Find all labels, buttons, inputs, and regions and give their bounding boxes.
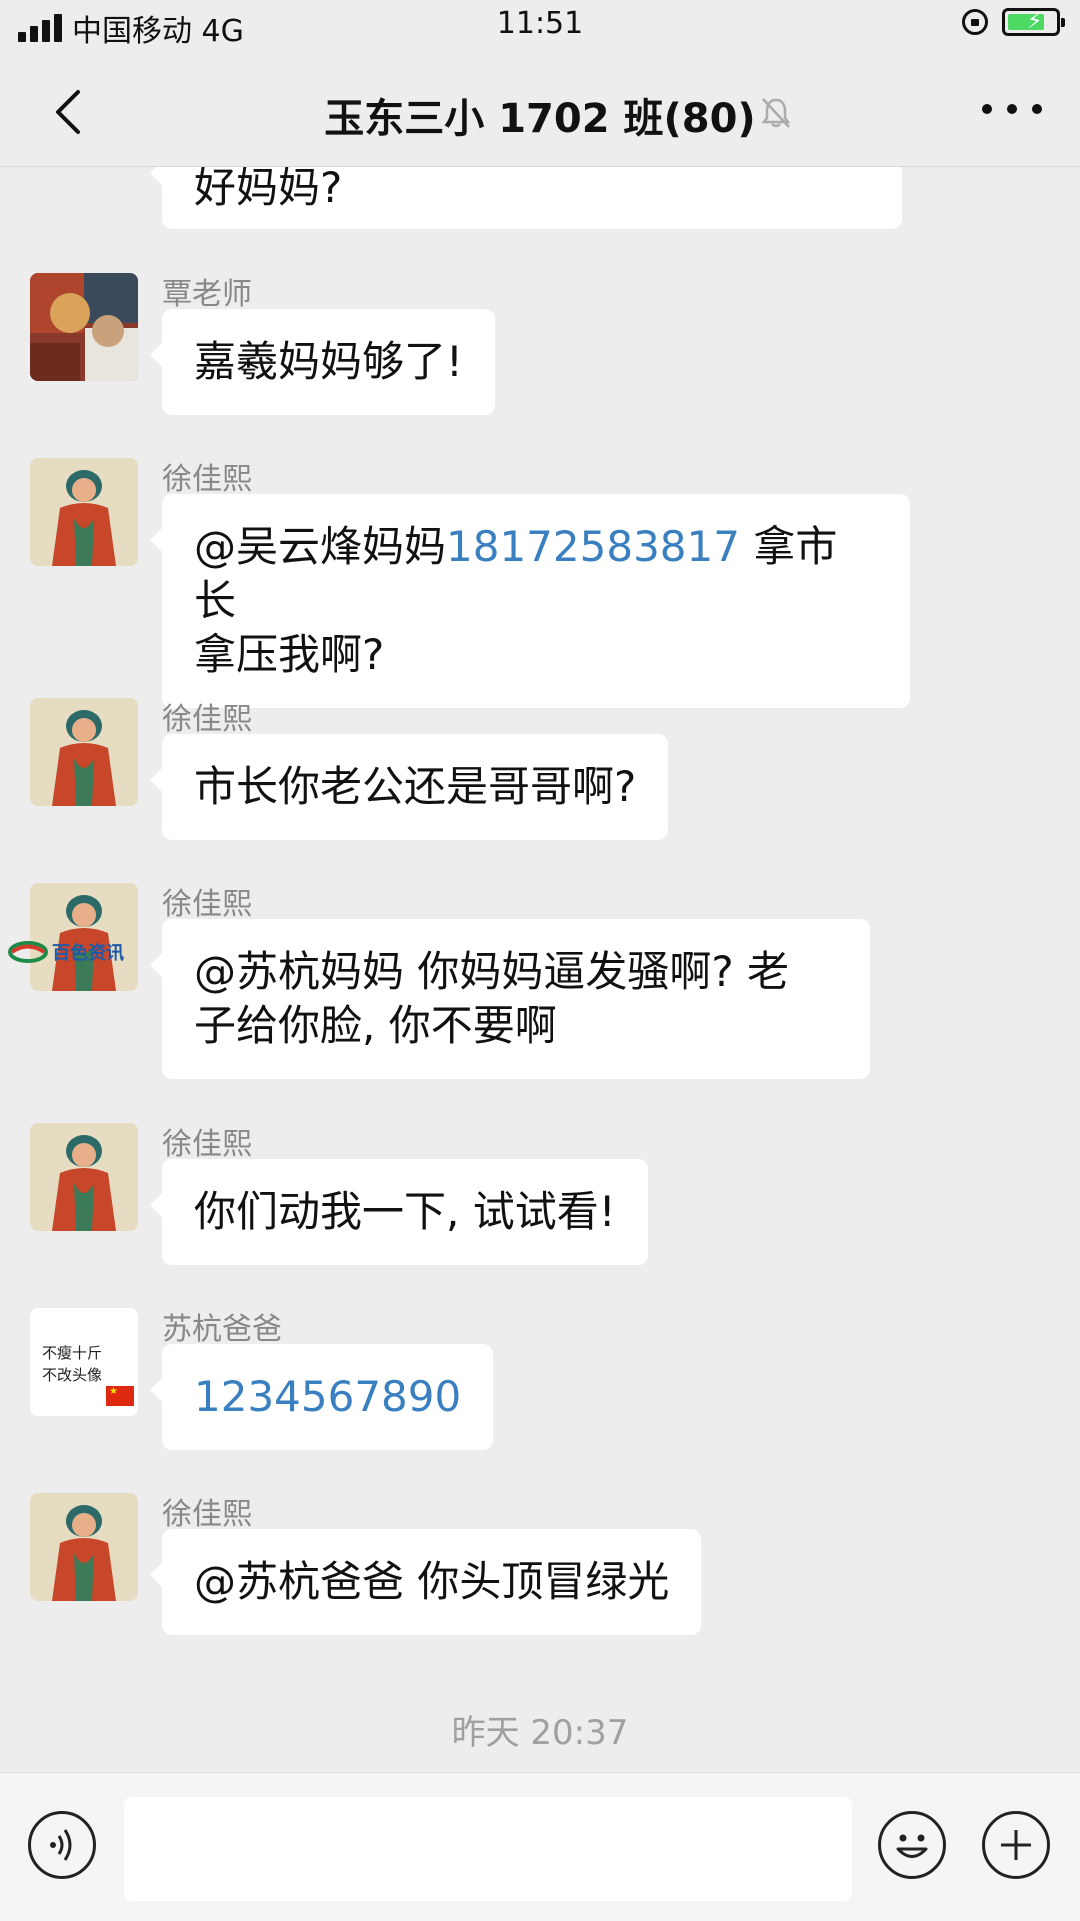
avatar[interactable] (30, 273, 138, 381)
nav-bar: 玉东三小 1702 班(80) (0, 54, 1080, 167)
rotation-lock-icon (962, 9, 988, 35)
smiley-icon (896, 1834, 928, 1858)
message-bubble[interactable]: 市长你老公还是哥哥啊? (149, 734, 669, 840)
avatar[interactable]: 不瘦十斤 不改头像 ★ (30, 1308, 138, 1416)
sender-name: 徐佳熙 (162, 1127, 252, 1162)
mute-bell-icon (758, 94, 794, 130)
plus-icon (1001, 1830, 1031, 1860)
chat-list[interactable]: 好妈妈? 覃老师 嘉羲妈妈够了! 徐佳熙 @吴云烽妈妈18172583817 拿… (0, 167, 1080, 1772)
voice-button[interactable] (28, 1811, 96, 1879)
avatar[interactable] (30, 883, 138, 991)
sender-name: 覃老师 (162, 277, 252, 312)
clock: 11:51 (496, 6, 584, 41)
voice-icon (50, 1829, 72, 1861)
sender-name: 徐佳熙 (162, 1497, 252, 1532)
message-input[interactable] (124, 1797, 852, 1901)
more-functions-button[interactable] (982, 1811, 1050, 1879)
watermark-logo: 百色资讯 (8, 939, 124, 965)
message-bubble[interactable]: 1234567890 (149, 1344, 494, 1450)
sender-name: 徐佳熙 (162, 702, 252, 737)
flag-icon: ★ (106, 1386, 134, 1406)
message-bubble[interactable]: 嘉羲妈妈够了! (150, 309, 495, 415)
avatar[interactable] (30, 698, 138, 806)
input-bar (0, 1772, 1080, 1921)
message-bubble[interactable]: 你们动我一下, 试试看! (150, 1159, 648, 1265)
more-options-button[interactable] (982, 84, 1042, 134)
sender-name: 苏杭爸爸 (162, 1312, 282, 1347)
sender-name: 徐佳熙 (162, 462, 252, 497)
phone-number-link[interactable]: 1234567890 (194, 1372, 461, 1421)
watermark-logo-icon (8, 941, 48, 963)
chat-title: 玉东三小 1702 班(80) (324, 96, 756, 142)
message-bubble[interactable]: @吴云烽妈妈18172583817 拿市长 拿压我啊? (150, 494, 910, 708)
avatar[interactable] (30, 1123, 138, 1231)
message-bubble[interactable]: @苏杭爸爸 你头顶冒绿光 (149, 1529, 702, 1635)
message-bubble[interactable]: @苏杭妈妈 你妈妈逼发骚啊? 老 子给你脸, 你不要啊 (150, 919, 870, 1079)
emoji-button[interactable] (878, 1811, 946, 1879)
timestamp: 昨天 20:37 (451, 1713, 629, 1753)
avatar[interactable] (30, 1493, 138, 1601)
phone-number-link[interactable]: 18172583817 (446, 522, 740, 571)
sender-name: 徐佳熙 (162, 887, 252, 922)
status-bar: 中国移动 4G 11:51 ⚡ (0, 0, 1080, 54)
message-bubble[interactable]: 好妈妈? (150, 167, 902, 229)
battery-icon: ⚡ (1002, 8, 1065, 36)
avatar[interactable] (30, 458, 138, 566)
